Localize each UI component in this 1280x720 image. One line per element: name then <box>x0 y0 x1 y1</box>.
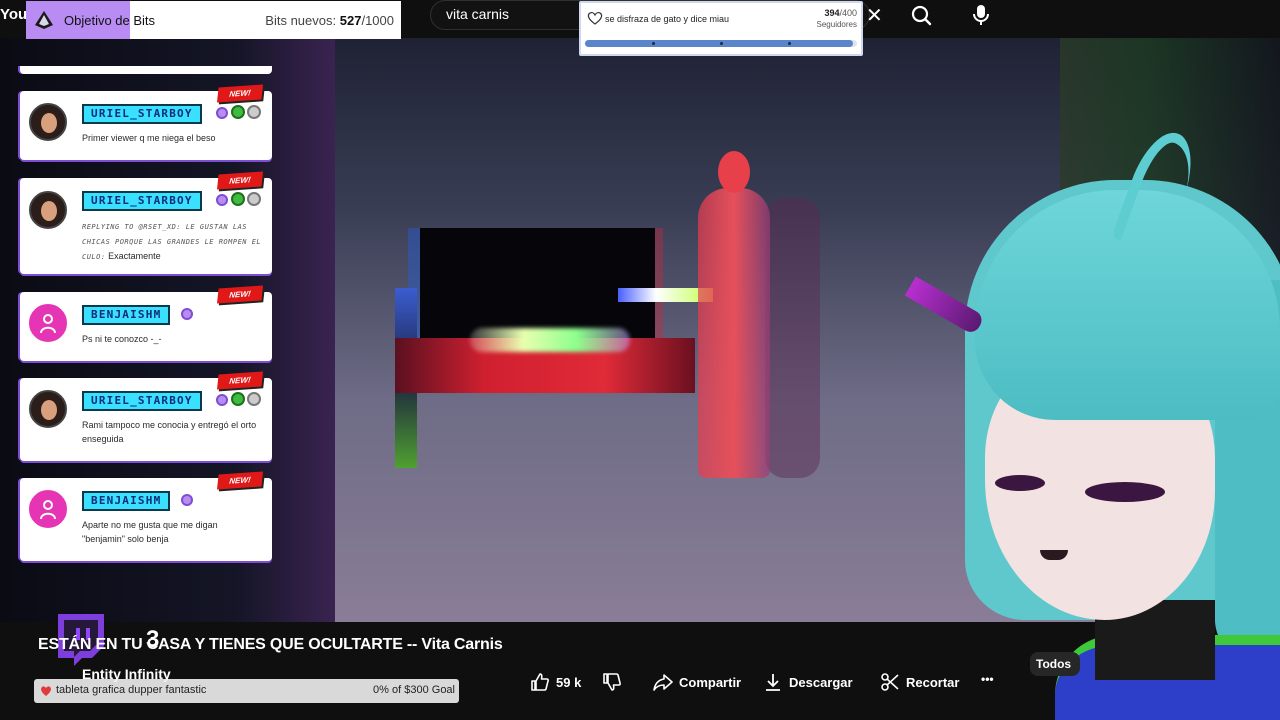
download-label: Descargar <box>789 674 853 690</box>
message-body: Rami tampoco me conocia y entregó el ort… <box>82 420 257 444</box>
chat-username: BENJAISHM <box>82 491 171 511</box>
chat-message: URIEL_STARBOY NEW! REPLYING TO @RSET_XD: L… <box>20 171 272 274</box>
chat-username: URIEL_STARBOY <box>82 391 202 411</box>
followers-progress-fill <box>585 40 853 47</box>
download-icon <box>766 674 780 691</box>
new-tag: NEW! <box>216 171 264 190</box>
share-label: Compartir <box>679 674 742 690</box>
user-avatar <box>29 304 67 342</box>
chat-username: BENJAISHM <box>82 305 171 325</box>
followers-target: /400 <box>839 8 857 18</box>
progress-tick <box>720 42 723 45</box>
followers-goal-subtitle: Seguidores <box>816 20 857 29</box>
followers-goal-widget: se disfraza de gato y dice miau 394/400 … <box>579 1 863 56</box>
creature-head <box>718 151 750 193</box>
user-icon <box>40 314 56 334</box>
bits-prefix: Bits nuevos: <box>265 13 337 28</box>
verified-badge-icon <box>230 105 245 119</box>
more-actions-button[interactable]: ••• <box>981 672 994 686</box>
search-icon[interactable] <box>905 2 939 28</box>
heart-hands-icon <box>587 12 603 25</box>
message-body: Ps ni te conozco -_- <box>82 334 162 344</box>
search-input[interactable]: vita carnis <box>446 6 509 22</box>
chat-message-text: Rami tampoco me conocia y entregó el ort… <box>82 418 262 446</box>
vtuber-avatar <box>904 120 1280 720</box>
chat-message: BENJAISHM NEW! Aparte no me gusta que me d… <box>20 471 272 561</box>
chat-message: URIEL_STARBOY NEW! Primer viewer q me nieg… <box>20 84 272 160</box>
bed-headboard <box>420 228 655 338</box>
subscriber-badge-icon <box>215 194 228 206</box>
chat-message: URIEL_STARBOY NEW! Rami tampoco me conocia… <box>20 371 272 461</box>
download-button[interactable]: Descargar <box>763 672 853 692</box>
scissors-icon <box>881 673 899 691</box>
donation-goal-label: tableta grafica dupper fantastic <box>56 684 207 696</box>
thumbs-up-icon <box>531 673 549 691</box>
bits-gem-icon <box>35 11 53 29</box>
bits-target: /1000 <box>361 13 394 28</box>
new-tag: NEW! <box>216 285 264 304</box>
clear-search-icon[interactable]: ✕ <box>866 3 883 28</box>
microphone-icon[interactable] <box>968 2 994 28</box>
new-tag: NEW! <box>216 471 264 490</box>
verified-badge-icon <box>230 192 245 206</box>
donation-goal-widget: tableta grafica dupper fantastic 0% of $… <box>34 679 459 703</box>
new-tag: NEW! <box>216 84 264 103</box>
more-icon: ••• <box>981 672 994 686</box>
clip-button[interactable]: Recortar <box>880 672 959 692</box>
user-avatar <box>29 490 67 528</box>
dislike-button[interactable] <box>602 672 622 692</box>
message-body: Exactamente <box>108 251 161 261</box>
bits-goal-label: Objetivo de Bits <box>64 13 156 28</box>
subscriber-badge-icon <box>215 107 228 119</box>
chat-username: URIEL_STARBOY <box>82 191 202 211</box>
avatar-eye-left <box>995 475 1045 491</box>
video-title: ESTÁN EN TU CASA Y TIENES QUE OCULTARTE … <box>38 636 503 653</box>
progress-tick <box>788 42 791 45</box>
subscriber-badge-icon <box>181 308 194 320</box>
verified-badge-icon <box>230 392 245 406</box>
share-button[interactable]: Compartir <box>653 672 741 692</box>
share-icon <box>653 674 673 691</box>
chat-message: BENJAISHM NEW! Ps ni te conozco -_- <box>20 285 272 361</box>
like-button[interactable]: 59 k <box>530 672 581 692</box>
user-avatar <box>29 191 67 229</box>
chat-message-text: Primer viewer q me niega el beso <box>82 131 262 145</box>
moderator-badge-icon <box>246 105 261 119</box>
like-count: 59 k <box>556 674 582 690</box>
bits-current: 527 <box>339 13 362 28</box>
chat-message-text: Aparte no me gusta que me digan "benjami… <box>82 518 262 546</box>
followers-goal-label: se disfraza de gato y dice miau <box>605 14 730 24</box>
screen: You vita carnis ✕ URIEL_STARBOY NEW! Pri… <box>0 0 1280 720</box>
user-avatar <box>29 103 67 141</box>
user-icon <box>40 500 56 520</box>
chat-message-partial <box>20 66 272 74</box>
youtube-logo[interactable]: You <box>0 6 27 23</box>
message-body: Aparte no me gusta que me digan "benjami… <box>82 520 218 544</box>
subscriber-badge-icon <box>181 494 194 506</box>
avatar-eye-right <box>1085 482 1165 502</box>
creature-shadow <box>765 198 820 478</box>
bits-goal-count: Bits nuevos: 527/1000 <box>265 13 394 28</box>
clip-label: Recortar <box>906 674 960 690</box>
new-tag: NEW! <box>216 371 264 390</box>
moderator-badge-icon <box>246 192 261 206</box>
followers-current: 394 <box>824 8 840 18</box>
filter-chip-all[interactable]: Todos <box>1030 652 1080 676</box>
message-body: Primer viewer q me niega el beso <box>82 133 216 143</box>
progress-tick <box>652 42 655 45</box>
chat-message-text: Ps ni te conozco -_- <box>82 332 262 346</box>
followers-progress-track <box>585 40 857 47</box>
thumbs-down-icon <box>603 673 621 691</box>
chat-message-text: REPLYING TO @RSET_XD: LE GUSTAN LAS CHIC… <box>82 219 262 264</box>
subscriber-badge-icon <box>215 394 228 406</box>
creature-figure <box>698 188 770 478</box>
bits-goal-widget: Objetivo de Bits Bits nuevos: 527/1000 <box>26 1 401 39</box>
donation-goal-amount: 0% of $300 Goal <box>373 684 455 696</box>
chat-username: URIEL_STARBOY <box>82 104 202 124</box>
moderator-badge-icon <box>246 392 261 406</box>
followers-goal-count: 394/400 <box>824 8 857 18</box>
user-avatar <box>29 390 67 428</box>
heart-icon <box>41 686 51 696</box>
glitch-light <box>470 328 630 352</box>
